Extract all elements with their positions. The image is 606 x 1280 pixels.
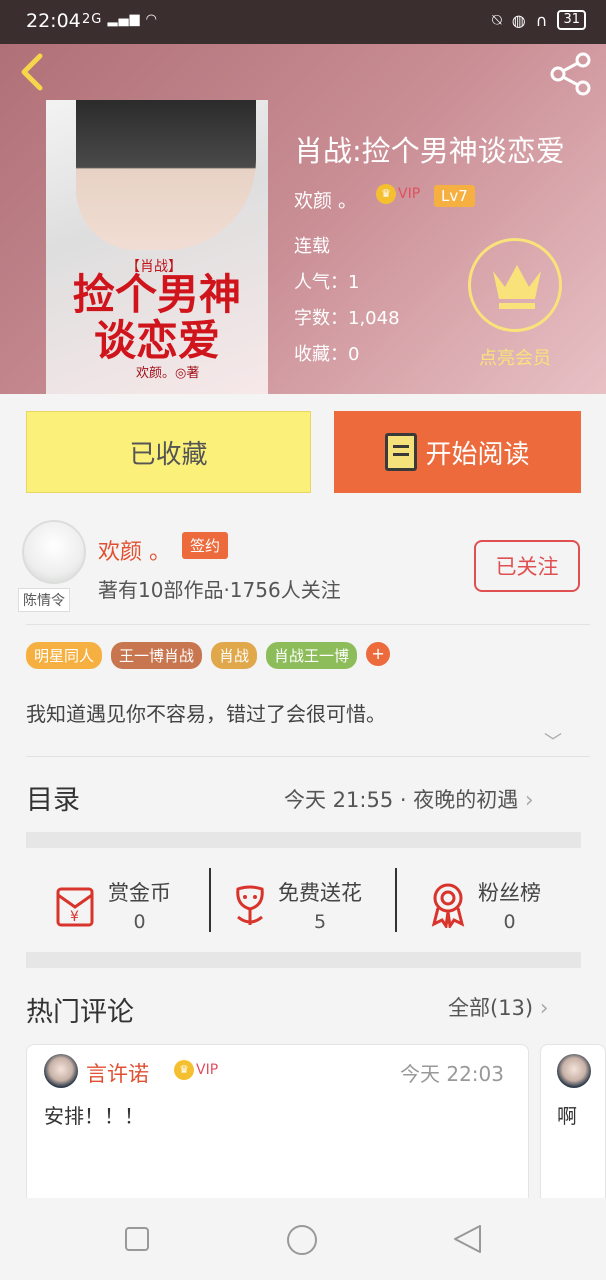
lock-rotation-icon: ◍ bbox=[511, 10, 526, 30]
tag-chip[interactable]: 王一博肖战 bbox=[111, 642, 203, 669]
level-badge: Lv7 bbox=[434, 185, 475, 207]
status-bar: 22:04 2G ▂▄▆ ◠ ⍉ ◍ ∩ 31 bbox=[0, 0, 606, 44]
toc-latest-chapter[interactable]: 今天 21:55 · 夜晚的初遇 › bbox=[284, 784, 534, 814]
headphone-icon: ∩ bbox=[535, 10, 548, 30]
all-comments-link[interactable]: 全部(13) › bbox=[448, 992, 549, 1022]
ribbon-badge-icon bbox=[431, 883, 465, 928]
tag-list: 明星同人 王一博肖战 肖战 肖战王一博 + bbox=[26, 642, 391, 669]
status-time: 22:04 bbox=[26, 10, 81, 32]
vip-badge: ♛ VIP bbox=[174, 1060, 218, 1080]
start-reading-label: 开始阅读 bbox=[425, 439, 530, 470]
author-stats: 著有10部作品·1756人关注 bbox=[98, 578, 341, 602]
member-crown-button[interactable] bbox=[468, 238, 562, 332]
divider bbox=[26, 624, 590, 625]
comment-text: 啊 bbox=[557, 1104, 577, 1128]
section-separator bbox=[26, 832, 581, 848]
collected-label: 已收藏 bbox=[129, 439, 208, 470]
back-arrow-icon[interactable] bbox=[16, 52, 48, 96]
cover-author: 欢颜。◎著 bbox=[136, 366, 200, 381]
send-flower-button[interactable]: 免费送花 5 bbox=[232, 870, 362, 940]
chevron-right-icon: › bbox=[524, 788, 534, 813]
avatar-tag: 陈情令 bbox=[18, 588, 70, 612]
vip-badge: ♛ VIP bbox=[376, 184, 420, 204]
reward-coin-button[interactable]: ¥ 赏金币 0 bbox=[54, 870, 171, 940]
chevron-right-icon: › bbox=[539, 996, 549, 1021]
divider bbox=[26, 756, 590, 757]
vibrate-icon: ⍉ bbox=[492, 10, 502, 29]
commenter-avatar[interactable] bbox=[44, 1054, 78, 1088]
hot-comments-title: 热门评论 bbox=[26, 997, 134, 1028]
cover-portrait bbox=[76, 100, 256, 250]
network-icon: 2G ▂▄▆ ◠ bbox=[82, 12, 158, 27]
comment-time: 今天 22:03 bbox=[400, 1062, 504, 1086]
toc-title[interactable]: 目录 bbox=[26, 778, 80, 817]
book-popularity: 人气：1 bbox=[294, 272, 360, 293]
book-icon bbox=[385, 433, 418, 471]
section-separator bbox=[26, 952, 581, 968]
follow-button[interactable]: 已关注 bbox=[474, 540, 580, 592]
back-nav-icon[interactable] bbox=[452, 1224, 482, 1254]
tag-chip[interactable]: 明星同人 bbox=[26, 642, 103, 669]
svg-text:¥: ¥ bbox=[70, 909, 79, 925]
divider bbox=[395, 868, 397, 932]
start-reading-button[interactable]: 开始阅读 bbox=[334, 411, 581, 493]
status-icons: ⍉ ◍ ∩ 31 bbox=[492, 10, 586, 30]
crown-icon: ♛ bbox=[174, 1060, 194, 1080]
cover-title: 捡个男神 谈恋爱 bbox=[72, 270, 241, 365]
book-favorites: 收藏：0 bbox=[294, 344, 360, 365]
commenter-name[interactable]: 言许诺 bbox=[86, 1058, 149, 1088]
expand-chevron-icon[interactable]: ﹀ bbox=[544, 728, 562, 754]
tag-chip[interactable]: 肖战王一博 bbox=[266, 642, 358, 669]
crown-icon: ♛ bbox=[376, 184, 396, 204]
comment-text: 安排！！！ bbox=[44, 1104, 144, 1128]
battery-icon: 31 bbox=[557, 10, 586, 30]
book-description: 我知道遇见你不容易，错过了会很可惜。 bbox=[26, 702, 386, 726]
home-icon[interactable] bbox=[286, 1224, 318, 1256]
collected-button[interactable]: 已收藏 bbox=[26, 411, 311, 493]
book-word-count: 字数：1,048 bbox=[294, 308, 400, 329]
book-status: 连载 bbox=[294, 236, 330, 257]
crown-icon bbox=[493, 265, 541, 309]
member-label[interactable]: 点亮会员 bbox=[468, 344, 562, 370]
fan-ranking-button[interactable]: 粉丝榜 0 bbox=[428, 870, 541, 940]
flower-icon bbox=[236, 885, 264, 925]
book-author[interactable]: 欢颜 。 bbox=[294, 186, 357, 213]
divider bbox=[209, 868, 211, 932]
book-title: 肖战:捡个男神谈恋爱 bbox=[294, 134, 565, 168]
add-tag-icon[interactable]: + bbox=[366, 642, 391, 666]
red-envelope-icon: ¥ bbox=[56, 887, 94, 927]
tag-chip[interactable]: 肖战 bbox=[211, 642, 258, 669]
author-name[interactable]: 欢颜 。 bbox=[98, 534, 171, 566]
book-cover[interactable]: 【肖战】 捡个男神 谈恋爱 欢颜。◎著 bbox=[46, 100, 268, 394]
signed-badge: 签约 bbox=[182, 532, 229, 559]
system-nav-bar bbox=[0, 1198, 606, 1280]
commenter-avatar[interactable] bbox=[557, 1054, 591, 1088]
recent-apps-icon[interactable] bbox=[124, 1226, 150, 1252]
share-icon[interactable] bbox=[548, 52, 594, 100]
author-avatar[interactable] bbox=[22, 520, 86, 584]
